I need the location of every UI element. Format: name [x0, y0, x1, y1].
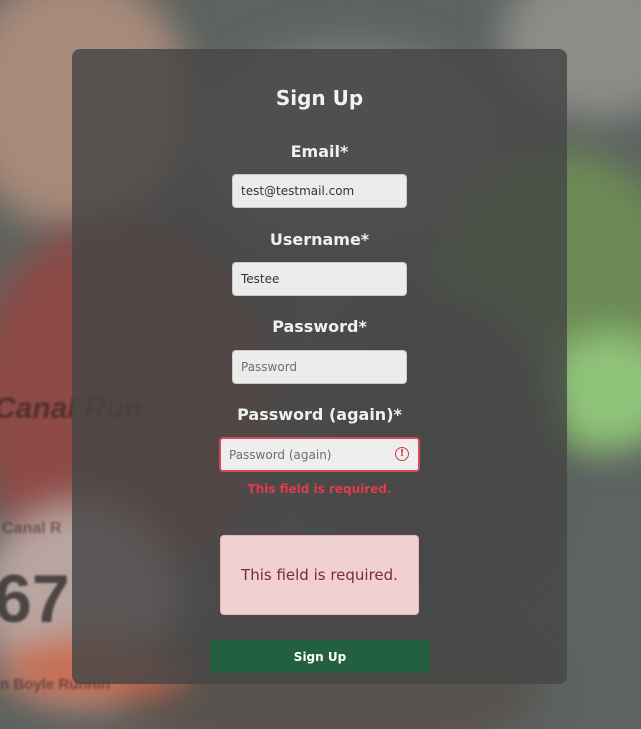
photo-text: Canal R	[2, 520, 62, 537]
email-label: Email*	[290, 142, 349, 161]
username-field[interactable]	[232, 262, 407, 296]
signup-button[interactable]: Sign Up	[210, 640, 430, 673]
username-label: Username*	[269, 230, 370, 249]
error-icon: !	[395, 447, 409, 461]
photo-text: 67	[0, 561, 70, 637]
password-label: Password*	[272, 317, 367, 336]
error-alert: This field is required.	[220, 535, 419, 615]
email-field[interactable]	[232, 174, 407, 208]
password-again-label: Password (again)*	[237, 405, 402, 424]
password-again-field[interactable]	[219, 437, 420, 472]
form-title: Sign Up	[275, 86, 364, 110]
password-field[interactable]	[232, 350, 407, 384]
signup-card: Sign Up Email* Username* Password* Passw…	[72, 49, 567, 684]
field-error-message: This field is required.	[247, 482, 392, 496]
alert-message: This field is required.	[241, 566, 398, 584]
